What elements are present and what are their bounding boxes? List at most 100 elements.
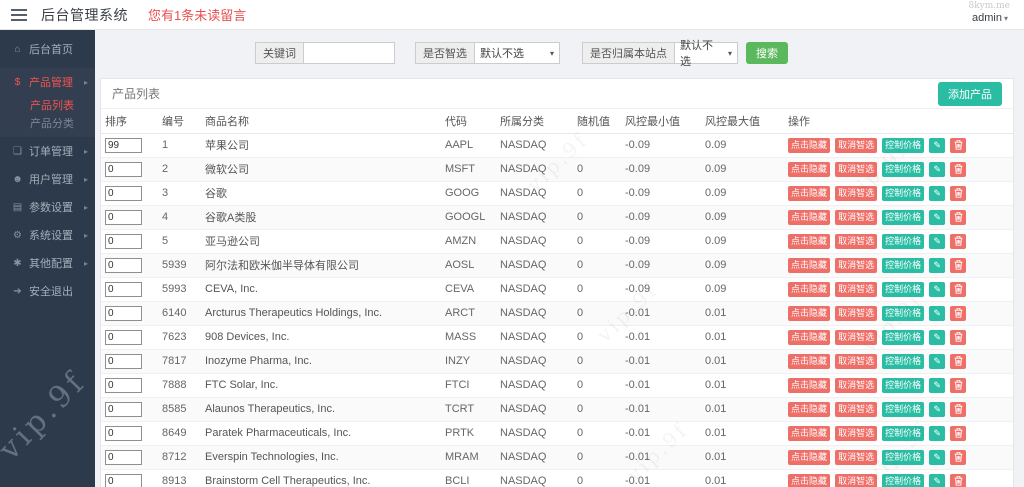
hide-button[interactable]: 点击隐藏	[788, 233, 831, 249]
delete-button[interactable]	[950, 305, 967, 321]
cancel-smart-button[interactable]: 取消智选	[835, 185, 878, 201]
edit-button[interactable]: ✎	[929, 281, 946, 297]
edit-button[interactable]: ✎	[929, 473, 946, 487]
edit-button[interactable]: ✎	[929, 425, 946, 441]
hide-button[interactable]: 点击隐藏	[788, 377, 831, 393]
control-price-button[interactable]: 控制价格	[882, 137, 925, 153]
smart-select[interactable]: 默认不选 ▾	[474, 42, 560, 64]
cancel-smart-button[interactable]: 取消智选	[835, 473, 878, 487]
sort-input[interactable]	[105, 209, 142, 225]
control-price-button[interactable]: 控制价格	[882, 161, 925, 177]
control-price-button[interactable]: 控制价格	[882, 377, 925, 393]
cancel-smart-button[interactable]: 取消智选	[835, 257, 878, 273]
hide-button[interactable]: 点击隐藏	[788, 401, 831, 417]
sidebar-item-product-category[interactable]: 产品分类	[0, 114, 95, 132]
sort-input[interactable]	[105, 353, 142, 369]
delete-button[interactable]	[950, 281, 967, 297]
cancel-smart-button[interactable]: 取消智选	[835, 449, 878, 465]
sidebar-item-home[interactable]: ⌂ 后台首页	[0, 35, 95, 63]
delete-button[interactable]	[950, 353, 967, 369]
sidebar-item-orders[interactable]: ❏ 订单管理 ▸	[0, 137, 95, 165]
sort-input[interactable]	[105, 377, 142, 393]
sidebar-item-users[interactable]: ☻ 用户管理 ▸	[0, 165, 95, 193]
edit-button[interactable]: ✎	[929, 209, 946, 225]
delete-button[interactable]	[950, 377, 967, 393]
hide-button[interactable]: 点击隐藏	[788, 137, 831, 153]
cancel-smart-button[interactable]: 取消智选	[835, 329, 878, 345]
sidebar-item-product-management[interactable]: $ 产品管理 ▸	[0, 68, 95, 96]
control-price-button[interactable]: 控制价格	[882, 233, 925, 249]
edit-button[interactable]: ✎	[929, 233, 946, 249]
delete-button[interactable]	[950, 425, 967, 441]
sort-input[interactable]	[105, 161, 142, 177]
edit-button[interactable]: ✎	[929, 185, 946, 201]
hide-button[interactable]: 点击隐藏	[788, 473, 831, 487]
hide-button[interactable]: 点击隐藏	[788, 281, 831, 297]
delete-button[interactable]	[950, 161, 967, 177]
sort-input[interactable]	[105, 137, 142, 153]
sort-input[interactable]	[105, 257, 142, 273]
edit-button[interactable]: ✎	[929, 401, 946, 417]
sort-input[interactable]	[105, 401, 142, 417]
cancel-smart-button[interactable]: 取消智选	[835, 305, 878, 321]
sidebar-item-logout[interactable]: ➔ 安全退出	[0, 277, 95, 305]
control-price-button[interactable]: 控制价格	[882, 401, 925, 417]
sidebar-item-parameters[interactable]: ▤ 参数设置 ▸	[0, 193, 95, 221]
control-price-button[interactable]: 控制价格	[882, 353, 925, 369]
cancel-smart-button[interactable]: 取消智选	[835, 281, 878, 297]
control-price-button[interactable]: 控制价格	[882, 329, 925, 345]
edit-button[interactable]: ✎	[929, 449, 946, 465]
sort-input[interactable]	[105, 305, 142, 321]
delete-button[interactable]	[950, 329, 967, 345]
cancel-smart-button[interactable]: 取消智选	[835, 401, 878, 417]
delete-button[interactable]	[950, 209, 967, 225]
sort-input[interactable]	[105, 425, 142, 441]
site-select[interactable]: 默认不选 ▾	[674, 40, 738, 68]
hide-button[interactable]: 点击隐藏	[788, 329, 831, 345]
control-price-button[interactable]: 控制价格	[882, 257, 925, 273]
cancel-smart-button[interactable]: 取消智选	[835, 377, 878, 393]
edit-button[interactable]: ✎	[929, 353, 946, 369]
control-price-button[interactable]: 控制价格	[882, 425, 925, 441]
hamburger-icon[interactable]	[11, 8, 27, 21]
hide-button[interactable]: 点击隐藏	[788, 257, 831, 273]
sort-input[interactable]	[105, 329, 142, 345]
delete-button[interactable]	[950, 257, 967, 273]
user-dropdown[interactable]: admin ▾	[972, 12, 1008, 24]
hide-button[interactable]: 点击隐藏	[788, 305, 831, 321]
sidebar-item-product-list[interactable]: 产品列表	[0, 96, 95, 114]
sidebar-item-other-config[interactable]: ✱ 其他配置 ▸	[0, 249, 95, 277]
sort-input[interactable]	[105, 449, 142, 465]
delete-button[interactable]	[950, 137, 967, 153]
hide-button[interactable]: 点击隐藏	[788, 185, 831, 201]
control-price-button[interactable]: 控制价格	[882, 305, 925, 321]
cancel-smart-button[interactable]: 取消智选	[835, 161, 878, 177]
cancel-smart-button[interactable]: 取消智选	[835, 425, 878, 441]
hide-button[interactable]: 点击隐藏	[788, 209, 831, 225]
cancel-smart-button[interactable]: 取消智选	[835, 353, 878, 369]
sort-input[interactable]	[105, 473, 142, 487]
control-price-button[interactable]: 控制价格	[882, 185, 925, 201]
cancel-smart-button[interactable]: 取消智选	[835, 137, 878, 153]
edit-button[interactable]: ✎	[929, 305, 946, 321]
delete-button[interactable]	[950, 449, 967, 465]
delete-button[interactable]	[950, 185, 967, 201]
cancel-smart-button[interactable]: 取消智选	[835, 209, 878, 225]
hide-button[interactable]: 点击隐藏	[788, 449, 831, 465]
sidebar-item-system-settings[interactable]: ⚙ 系统设置 ▸	[0, 221, 95, 249]
cancel-smart-button[interactable]: 取消智选	[835, 233, 878, 249]
sort-input[interactable]	[105, 185, 142, 201]
control-price-button[interactable]: 控制价格	[882, 209, 925, 225]
sort-input[interactable]	[105, 281, 142, 297]
edit-button[interactable]: ✎	[929, 137, 946, 153]
unread-message-notice[interactable]: 您有1条未读留言	[148, 5, 246, 24]
control-price-button[interactable]: 控制价格	[882, 449, 925, 465]
control-price-button[interactable]: 控制价格	[882, 281, 925, 297]
hide-button[interactable]: 点击隐藏	[788, 353, 831, 369]
delete-button[interactable]	[950, 401, 967, 417]
hide-button[interactable]: 点击隐藏	[788, 161, 831, 177]
edit-button[interactable]: ✎	[929, 329, 946, 345]
add-product-button[interactable]: 添加产品	[938, 81, 1002, 106]
delete-button[interactable]	[950, 473, 967, 487]
sort-input[interactable]	[105, 233, 142, 249]
